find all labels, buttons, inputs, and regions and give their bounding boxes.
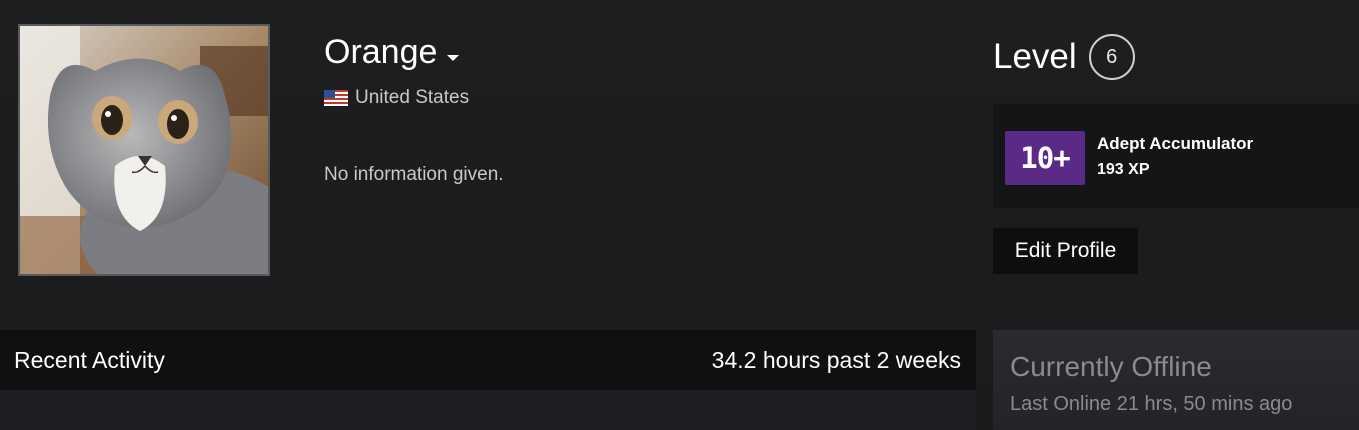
edit-profile-button[interactable]: Edit Profile: [993, 228, 1138, 274]
recent-activity-hours: 34.2 hours past 2 weeks: [711, 347, 961, 373]
level-label: Level: [993, 37, 1077, 76]
favorite-badge[interactable]: 10+ Adept Accumulator 193 XP: [993, 104, 1359, 208]
avatar-image: [20, 26, 268, 274]
profile-summary: No information given.: [324, 164, 504, 185]
level-badge: 6: [1088, 34, 1135, 80]
us-flag-icon: [324, 90, 348, 106]
avatar[interactable]: [18, 24, 270, 276]
recent-activity-header: Recent Activity 34.2 hours past 2 weeks: [0, 330, 976, 390]
location: United States: [324, 87, 469, 109]
level-display[interactable]: Level 6: [993, 34, 1135, 80]
caret-down-icon: [447, 54, 460, 61]
badge-name: Adept Accumulator: [1097, 134, 1254, 153]
persona-name: Orange: [324, 33, 438, 71]
status-title: Currently Offline: [1010, 351, 1212, 382]
recent-activity-title: Recent Activity: [14, 347, 165, 373]
badge-xp: 193 XP: [1097, 161, 1150, 178]
online-status: Currently Offline Last Online 21 hrs, 50…: [993, 330, 1359, 430]
location-label: United States: [355, 87, 470, 108]
badge-icon: 10+: [1005, 131, 1085, 185]
persona-name-dropdown[interactable]: Orange: [324, 33, 460, 72]
last-online: Last Online 21 hrs, 50 mins ago: [1010, 393, 1293, 415]
recent-activity-body: [0, 390, 976, 430]
